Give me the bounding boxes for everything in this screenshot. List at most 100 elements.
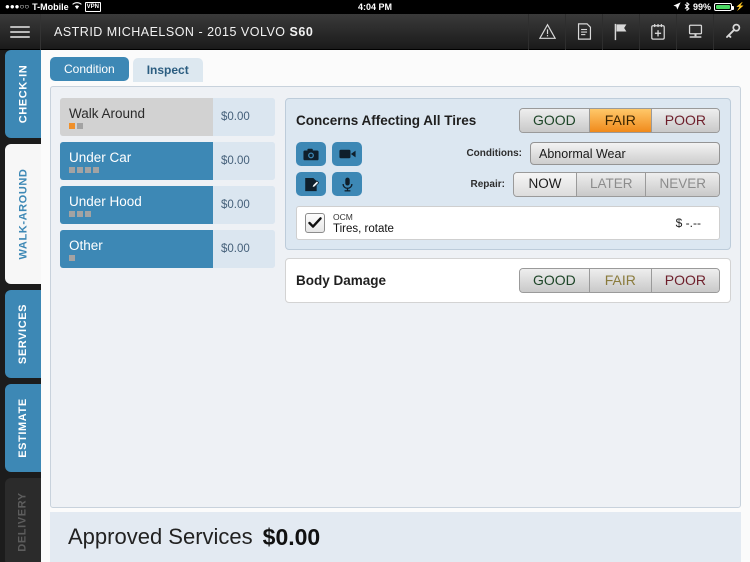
customer-name: ASTRID MICHAELSON — [54, 24, 195, 39]
tires-card-body: Conditions: Abnormal Wear Repair: NOW LA… — [296, 142, 720, 197]
workstation-icon[interactable] — [676, 13, 713, 50]
note-edit-icon[interactable] — [296, 172, 326, 196]
repair-row: Repair: NOW LATER NEVER — [372, 172, 720, 197]
charging-bolt-icon: ⚡ — [735, 2, 745, 11]
inspect-panel: Walk Around $0.00 Under Car $0.00 Under … — [50, 86, 741, 508]
body-damage-title: Body Damage — [296, 273, 387, 288]
camera-icon[interactable] — [296, 142, 326, 166]
approved-services-amount: $0.00 — [262, 523, 321, 550]
sidebar-item-label: CHECK-IN — [17, 64, 30, 124]
rating-option-poor[interactable]: POOR — [650, 109, 719, 132]
list-item[interactable]: Walk Around $0.00 — [60, 98, 275, 136]
page-title: ASTRID MICHAELSON - 2015 VOLVO S60 — [41, 25, 313, 39]
body-damage-header: Body Damage GOOD FAIR POOR — [296, 268, 720, 293]
service-text: OCM Tires, rotate — [333, 212, 668, 235]
conditions-select[interactable]: Abnormal Wear — [530, 142, 720, 165]
area-label: Under Car — [69, 149, 132, 165]
sidebar-item-check-in[interactable]: CHECK-IN — [5, 50, 41, 138]
tires-concern-card: Concerns Affecting All Tires GOOD FAIR P… — [285, 98, 731, 250]
approved-services-footer: Approved Services $0.00 — [50, 512, 741, 562]
area-label: Walk Around — [69, 105, 146, 121]
location-arrow-icon — [673, 2, 681, 12]
tires-rating-segmented[interactable]: GOOD FAIR POOR — [518, 108, 720, 133]
area-label: Other — [69, 237, 103, 253]
sidebar-item-services[interactable]: SERVICES — [5, 290, 41, 378]
wifi-icon — [71, 2, 82, 12]
sidebar-item-estimate[interactable]: ESTIMATE — [5, 384, 41, 472]
area-name-cell[interactable]: Walk Around — [60, 98, 213, 136]
rating-option-good[interactable]: GOOD — [519, 269, 589, 292]
repair-option-never[interactable]: NEVER — [645, 173, 719, 196]
inspection-area-list: Walk Around $0.00 Under Car $0.00 Under … — [60, 98, 275, 496]
area-name-cell[interactable]: Under Car — [60, 142, 213, 180]
repair-option-now[interactable]: NOW — [513, 173, 576, 196]
tab-condition[interactable]: Condition — [50, 57, 129, 81]
status-bar: ●●●○○ T-Mobile VPN 4:04 PM 99% ⚡ — [0, 0, 750, 14]
document-icon[interactable] — [565, 13, 602, 50]
service-checkbox[interactable] — [305, 213, 325, 233]
service-name: Tires, rotate — [333, 222, 394, 235]
tires-fields: Conditions: Abnormal Wear Repair: NOW LA… — [372, 142, 720, 197]
area-price: $0.00 — [213, 230, 275, 268]
key-icon[interactable] — [713, 13, 750, 50]
flag-icon[interactable] — [602, 13, 639, 50]
carrier-label: T-Mobile — [32, 1, 69, 12]
header-toolbar — [528, 13, 750, 50]
progress-dots — [69, 122, 204, 129]
rating-option-fair[interactable]: FAIR — [588, 109, 651, 132]
area-name-cell[interactable]: Other — [60, 230, 213, 268]
tires-card-header: Concerns Affecting All Tires GOOD FAIR P… — [296, 108, 720, 133]
body-damage-rating-segmented[interactable]: GOOD FAIR POOR — [518, 268, 720, 293]
conditions-label: Conditions: — [466, 148, 522, 159]
media-buttons — [296, 142, 362, 197]
area-price: $0.00 — [213, 98, 275, 136]
warning-icon[interactable] — [528, 13, 565, 50]
add-note-icon[interactable] — [639, 13, 676, 50]
area-name-cell[interactable]: Under Hood — [60, 186, 213, 224]
progress-dots — [69, 210, 204, 217]
vehicle-year-make: 2015 VOLVO — [207, 24, 286, 39]
rating-option-fair[interactable]: FAIR — [588, 269, 651, 292]
sidebar-item-delivery: DELIVERY — [5, 478, 41, 562]
vpn-badge: VPN — [84, 2, 102, 12]
hamburger-menu-icon[interactable] — [0, 13, 41, 50]
tab-bar: Condition Inspect — [41, 50, 750, 82]
service-code: OCM — [333, 211, 353, 222]
list-item[interactable]: Other $0.00 — [60, 230, 275, 268]
area-price: $0.00 — [213, 142, 275, 180]
battery-percent-label: 99% — [693, 1, 712, 12]
progress-dots — [69, 254, 204, 261]
microphone-icon[interactable] — [332, 172, 362, 196]
service-price: $ -.-- — [675, 216, 701, 230]
title-separator: - — [198, 24, 204, 39]
sidebar-item-label: DELIVERY — [17, 492, 29, 552]
repair-timing-segmented[interactable]: NOW LATER NEVER — [512, 172, 720, 197]
tab-inspect[interactable]: Inspect — [132, 58, 203, 82]
signal-strength-icon: ●●●○○ — [5, 2, 30, 11]
table-row[interactable]: OCM Tires, rotate $ -.-- — [296, 206, 720, 240]
sidebar-item-label: WALK-AROUND — [17, 168, 30, 260]
rating-option-poor[interactable]: POOR — [650, 269, 719, 292]
video-icon[interactable] — [332, 142, 362, 166]
repair-option-later[interactable]: LATER — [575, 173, 646, 196]
bluetooth-icon — [684, 1, 690, 13]
tires-card-title: Concerns Affecting All Tires — [296, 113, 477, 128]
body-damage-card: Body Damage GOOD FAIR POOR — [285, 258, 731, 303]
status-left: ●●●○○ T-Mobile VPN — [5, 1, 102, 12]
clock-label: 4:04 PM — [357, 1, 392, 12]
list-item[interactable]: Under Car $0.00 — [60, 142, 275, 180]
progress-dots — [69, 166, 204, 173]
sidebar-item-label: ESTIMATE — [17, 398, 30, 458]
conditions-row: Conditions: Abnormal Wear — [372, 142, 720, 165]
list-item[interactable]: Under Hood $0.00 — [60, 186, 275, 224]
battery-icon — [714, 3, 735, 11]
sidebar-item-walk-around[interactable]: WALK-AROUND — [5, 144, 41, 284]
inspection-detail: Concerns Affecting All Tires GOOD FAIR P… — [285, 98, 731, 496]
content-area: Condition Inspect Walk Around $0.00 Unde… — [41, 50, 750, 562]
status-right: 99% ⚡ — [673, 1, 745, 13]
area-price: $0.00 — [213, 186, 275, 224]
vehicle-model: S60 — [289, 24, 314, 39]
rating-option-good[interactable]: GOOD — [519, 109, 589, 132]
sidebar-item-label: SERVICES — [17, 303, 30, 365]
stage-sidebar: CHECK-IN WALK-AROUND SERVICES ESTIMATE D… — [0, 50, 41, 562]
